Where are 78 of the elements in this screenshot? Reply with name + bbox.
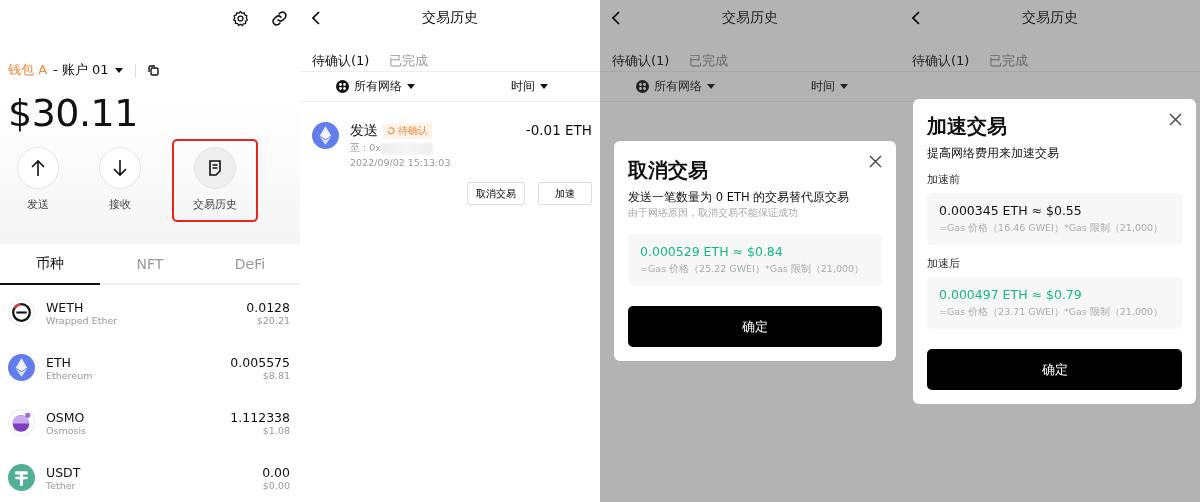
network-filter[interactable]: 所有网络 xyxy=(336,78,415,95)
network-icon xyxy=(336,80,349,93)
token-name: Tether xyxy=(46,479,77,491)
close-icon xyxy=(1169,113,1182,126)
token-value: $0.00 xyxy=(262,479,290,491)
token-value: $20.21 xyxy=(256,314,290,326)
token-symbol: OSMO xyxy=(46,409,86,425)
network-icon xyxy=(636,80,649,93)
dialog-note: 由于网络原因，取消交易不能保证成功 xyxy=(628,207,799,220)
token-amount: 0.005575 xyxy=(230,354,290,370)
network-filter[interactable]: 所有网络 xyxy=(636,78,715,95)
arrow-down-icon xyxy=(112,159,128,177)
token-amount: 1.112338 xyxy=(230,409,290,425)
caret-icon xyxy=(707,84,715,89)
fee-detail: =Gas 价格（23.71 GWEI）*Gas 限制（21,000） xyxy=(939,306,1165,319)
token-logo-icon xyxy=(8,409,35,436)
tether-logo-icon xyxy=(8,464,35,491)
token-amount: 0.0128 xyxy=(246,299,290,315)
back-icon xyxy=(612,11,620,25)
copy-icon[interactable] xyxy=(147,64,159,76)
link-icon[interactable] xyxy=(271,10,288,27)
confirm-button[interactable]: 确定 xyxy=(927,349,1182,390)
ethereum-logo-icon xyxy=(8,354,35,381)
fee-amount: 0.000497 ETH ≈ $0.79 xyxy=(939,287,1083,302)
token-name: Wrapped Ether xyxy=(46,314,119,326)
transaction-type: 发送 xyxy=(350,122,378,140)
document-icon xyxy=(208,160,222,176)
token-name: Osmosis xyxy=(46,424,88,436)
token-amount: 0.00 xyxy=(262,464,290,480)
pending-icon xyxy=(387,127,395,135)
fee-detail: =Gas 价格（25.22 GWEI）*Gas 限制（21,000） xyxy=(640,263,866,276)
dialog-description: 提高网络费用来加速交易 xyxy=(927,146,1060,161)
dropdown-caret-icon xyxy=(114,67,123,73)
dialog-title: 取消交易 xyxy=(628,157,708,184)
status-tab[interactable]: 待确认(1) xyxy=(912,52,970,70)
fee-detail: =Gas 价格（16.46 GWEI）*Gas 限制（21,000） xyxy=(939,222,1165,235)
token-symbol: ETH xyxy=(46,354,72,370)
screen-title: 交易历史 xyxy=(1022,9,1078,27)
fee-label: 加速后 xyxy=(927,257,961,271)
account-name[interactable]: - 账户 01 xyxy=(53,61,109,79)
fee-amount: 0.000529 ETH ≈ $0.84 xyxy=(640,244,784,259)
asset-tab[interactable]: 币种 xyxy=(0,244,100,285)
transaction-amount: -0.01 ETH xyxy=(525,122,592,140)
time-filter[interactable]: 时间 xyxy=(811,78,848,95)
screen-title: 交易历史 xyxy=(722,9,778,27)
ethereum-logo-icon xyxy=(312,122,339,149)
dialog-title: 加速交易 xyxy=(927,113,1007,140)
back-icon xyxy=(912,11,920,25)
token-symbol: WETH xyxy=(46,299,85,315)
transaction-action-button[interactable]: 取消交易 xyxy=(467,182,525,205)
action-button[interactable]: 发送 xyxy=(8,147,68,222)
fee-label: 加速前 xyxy=(927,173,961,187)
status-badge: 待确认 xyxy=(383,123,432,139)
confirm-button[interactable]: 确定 xyxy=(628,306,882,347)
balance: $30.11 xyxy=(7,90,139,135)
token-logo-icon xyxy=(8,299,35,326)
token-name: Ethereum xyxy=(46,369,94,381)
caret-icon xyxy=(540,84,548,89)
transaction-action-button[interactable]: 加速 xyxy=(538,182,592,205)
screen-title: 交易历史 xyxy=(422,9,478,27)
settings-icon[interactable] xyxy=(232,10,249,27)
token-value: $1.08 xyxy=(262,424,290,436)
transaction-time: 2022/09/02 15:13:03 xyxy=(350,157,452,168)
action-button[interactable]: 交易历史 xyxy=(172,139,258,222)
back-icon xyxy=(312,11,320,25)
status-tab[interactable]: 待确认(1) xyxy=(612,52,670,70)
arrow-up-icon xyxy=(30,159,46,177)
close-icon xyxy=(869,155,882,168)
caret-icon xyxy=(840,84,848,89)
action-button[interactable]: 接收 xyxy=(90,147,150,222)
token-value: $8.81 xyxy=(262,369,290,381)
dialog-description: 发送一笔数量为 0 ETH 的交易替代原交易 xyxy=(628,190,851,205)
status-tab[interactable]: 待确认(1) xyxy=(312,52,370,70)
caret-icon xyxy=(407,84,415,89)
token-symbol: USDT xyxy=(46,464,82,480)
fee-amount: 0.000345 ETH ≈ $0.55 xyxy=(939,203,1083,218)
recipient-address: 至 : 0x xyxy=(350,142,381,155)
time-filter[interactable]: 时间 xyxy=(511,78,548,95)
